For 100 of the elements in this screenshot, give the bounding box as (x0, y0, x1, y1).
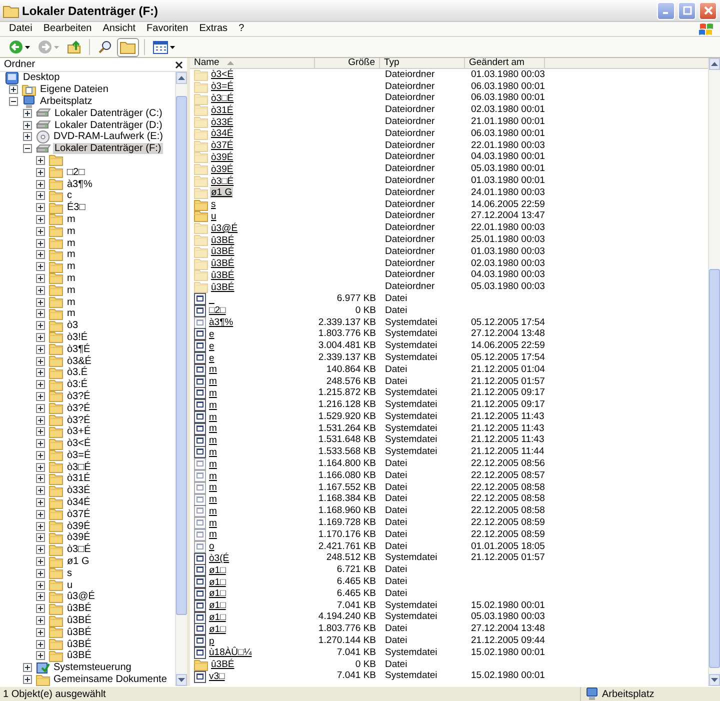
tree-item[interactable]: ò3&É (65, 356, 94, 367)
file-name-link[interactable]: û3BÉ (210, 282, 236, 293)
tree-item[interactable]: û3BÉ (65, 603, 94, 614)
file-name-link[interactable]: ù18ÀÛ□¼ (208, 647, 253, 658)
file-name-link[interactable]: e (208, 340, 216, 352)
tree-item[interactable]: DVD-RAM-Laufwerk (E:) (52, 131, 165, 142)
file-name-link[interactable]: ò37É (210, 140, 234, 152)
file-name-link[interactable]: ò39É (210, 152, 234, 163)
tree-item[interactable]: m (65, 214, 78, 225)
expand-toggle[interactable] (36, 262, 45, 272)
tree-item[interactable]: Systemsteuerung (52, 662, 134, 674)
expand-toggle[interactable] (36, 604, 45, 614)
expand-toggle[interactable] (36, 380, 45, 390)
expand-toggle[interactable] (22, 120, 32, 130)
file-name-link[interactable]: ò3□É (210, 176, 235, 187)
collapse-toggle[interactable] (9, 96, 18, 106)
tree-item[interactable]: m (65, 296, 78, 308)
file-name-link[interactable]: m (208, 364, 218, 376)
menu-item[interactable]: Datei (4, 22, 38, 36)
tree-item[interactable]: û3BÉ (65, 615, 94, 626)
expand-toggle[interactable] (36, 332, 45, 342)
expand-toggle[interactable] (36, 474, 45, 484)
tree-item[interactable]: ò3□É (65, 544, 93, 556)
file-name-link[interactable]: m (208, 412, 218, 423)
tree-item[interactable]: û3@É (65, 591, 97, 602)
tree-item[interactable]: ò3¶É (65, 344, 92, 355)
expand-toggle[interactable] (36, 462, 45, 472)
expand-toggle[interactable] (36, 416, 45, 424)
file-name-link[interactable]: o (208, 541, 216, 552)
expand-toggle[interactable] (36, 180, 45, 189)
file-name-link[interactable]: v3□ (208, 671, 226, 682)
expand-toggle[interactable] (36, 298, 45, 307)
file-name-link[interactable]: à3¶% (208, 317, 234, 328)
file-name-link[interactable]: ò3(É (208, 553, 230, 564)
file-name-link[interactable]: _ (208, 294, 216, 305)
expand-toggle[interactable] (36, 309, 45, 318)
expand-toggle[interactable] (22, 108, 32, 118)
expand-toggle[interactable] (36, 533, 45, 542)
file-name-link[interactable]: ò3□É (210, 93, 235, 104)
expand-toggle[interactable] (36, 580, 45, 590)
tree-item[interactable]: ò3 (65, 320, 80, 332)
tree-item[interactable]: É3□ (65, 202, 88, 214)
expand-toggle[interactable] (36, 168, 45, 177)
tree-item[interactable]: m (65, 249, 78, 260)
tree-item[interactable]: ò31É (65, 473, 92, 484)
tree-item[interactable]: ò3<É (65, 438, 93, 450)
close-button[interactable] (699, 2, 717, 20)
expand-toggle[interactable] (36, 651, 45, 660)
tree-item[interactable]: Lokaler Datenträger (C:) (52, 108, 164, 119)
tree-item[interactable]: ò3.É (65, 367, 90, 378)
tree-item[interactable]: ò33É (65, 485, 92, 496)
column-header[interactable]: Geändert am (465, 58, 545, 68)
menu-item[interactable]: Bearbeiten (38, 22, 98, 36)
expand-toggle[interactable] (36, 510, 45, 519)
file-name-link[interactable]: m (208, 470, 218, 482)
tree-item[interactable]: m (65, 238, 78, 249)
menu-item[interactable]: ? (234, 22, 250, 36)
collapse-toggle[interactable] (22, 144, 32, 154)
tree-item[interactable]: m (65, 272, 78, 284)
expand-toggle[interactable] (36, 427, 45, 436)
tree-item[interactable]: Gemeinsame Dokumente (52, 674, 169, 686)
file-name-link[interactable]: ò34É (210, 128, 234, 140)
tree-item[interactable]: m (65, 308, 78, 320)
expand-toggle[interactable] (36, 616, 45, 626)
file-name-link[interactable]: ø1□ (208, 624, 227, 635)
tree-item[interactable]: û3BÉ (65, 626, 94, 638)
column-header[interactable]: Name (190, 58, 315, 68)
tree-item[interactable]: ò3?É (65, 402, 92, 414)
tree-item[interactable]: ò3?É (65, 390, 92, 402)
tree-item[interactable]: m (65, 261, 78, 272)
file-name-link[interactable]: ø1 G (210, 187, 234, 198)
tree-item[interactable]: Eigene Dateien (38, 84, 110, 96)
expand-toggle[interactable] (36, 344, 45, 354)
tree-item[interactable]: Desktop (21, 72, 62, 84)
tree-item[interactable]: û3BÉ (65, 650, 94, 662)
expand-toggle[interactable] (36, 286, 45, 295)
maximize-button[interactable] (678, 2, 696, 20)
expand-toggle[interactable] (36, 450, 45, 460)
tree-item[interactable]: c (65, 190, 74, 202)
file-name-link[interactable]: p (208, 636, 216, 647)
menu-item[interactable]: Ansicht (98, 22, 142, 36)
file-name-link[interactable]: m (208, 529, 218, 540)
minimize-button[interactable] (657, 2, 675, 20)
scrollbar-thumb[interactable] (176, 96, 187, 615)
file-name-link[interactable]: m (208, 518, 218, 529)
tree-item[interactable]: ò37É (65, 508, 92, 520)
expand-toggle[interactable] (9, 85, 18, 94)
file-name-link[interactable]: m (208, 400, 218, 411)
expand-toggle[interactable] (22, 675, 32, 684)
column-header[interactable]: Größe (315, 58, 380, 68)
expand-toggle[interactable] (36, 203, 45, 212)
expand-toggle[interactable] (36, 214, 45, 224)
tree-item[interactable]: Lokaler Datenträger (D:) (52, 120, 164, 131)
file-name-link[interactable]: û3BÉ (210, 659, 236, 670)
tree-item[interactable]: m (65, 284, 78, 296)
tree-item[interactable]: û3BÉ (65, 638, 94, 650)
file-name-link[interactable]: m (208, 506, 218, 517)
file-name-link[interactable]: û3BÉ (210, 246, 236, 258)
file-name-link[interactable]: ò39É (210, 164, 234, 175)
tree-item[interactable]: ò3:É (65, 379, 90, 390)
